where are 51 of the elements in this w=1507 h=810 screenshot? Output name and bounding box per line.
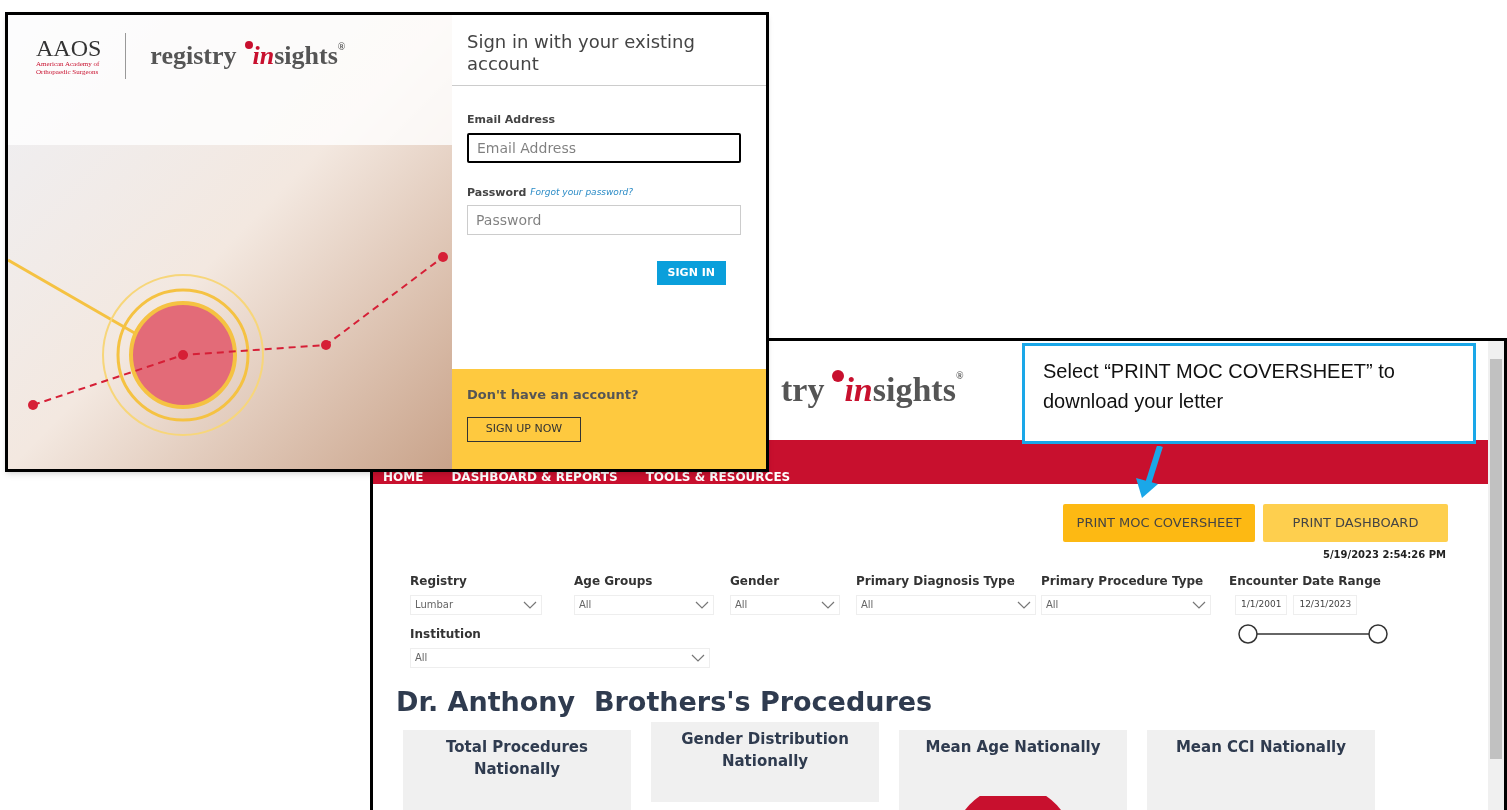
sign-in-button[interactable]: SIGN IN <box>656 261 726 285</box>
timestamp: 5/19/2023 2:54:26 PM <box>1322 547 1446 562</box>
nav-link[interactable]: HOME <box>383 469 424 484</box>
signup-prompt: Don't have an account? <box>467 386 640 404</box>
filter-label: Institution <box>410 625 481 643</box>
field-label: Email Address <box>467 112 556 128</box>
scrollbar-thumb[interactable] <box>1490 359 1502 759</box>
card-title: Mean Age Nationally <box>924 737 1102 758</box>
trend-point <box>28 400 38 410</box>
chevron-down-icon <box>695 600 709 609</box>
registry-insights-logo: try insights® <box>781 369 964 411</box>
date-field[interactable]: 1/1/2001 <box>1235 594 1288 615</box>
filter-dropdown[interactable]: All <box>730 594 840 615</box>
trend-point <box>178 350 188 360</box>
aaos-logo: AAOS <box>36 36 102 60</box>
filter-dropdown[interactable]: All <box>574 594 714 615</box>
sign-in-title: Sign in with your existing account <box>467 31 696 75</box>
field-label: Password <box>467 184 527 201</box>
card-title: Mean CCI Nationally <box>1174 737 1348 758</box>
password-field[interactable]: Password <box>467 205 741 235</box>
callout-text: Select “PRINT MOC COVERSHEET” to download your letter <box>1043 360 1395 412</box>
filter-label: Primary Diagnosis Type <box>856 572 1016 590</box>
filter-label: Age Groups <box>574 572 654 590</box>
print-button[interactable]: PRINT DASHBOARD <box>1263 503 1448 542</box>
filter-dropdown[interactable]: Lumbar <box>410 594 542 615</box>
email-field[interactable]: Email Address <box>467 132 741 163</box>
chevron-down-icon <box>523 600 537 609</box>
card-title: Total Procedures Nationally <box>445 737 589 780</box>
nav-link[interactable]: DASHBOARD & REPORTS <box>451 469 618 484</box>
filter-label: Gender <box>730 572 781 590</box>
chevron-down-icon <box>821 600 835 609</box>
registry-insights-logo: registry insights® <box>150 40 346 72</box>
trend-point <box>321 340 331 350</box>
nav-link[interactable]: TOOLS & RESOURCES <box>645 469 791 484</box>
trend-point <box>438 252 448 262</box>
filter-dropdown[interactable]: All <box>856 594 1036 615</box>
filter-label: Encounter Date Range <box>1229 572 1382 590</box>
chevron-down-icon <box>1017 600 1031 609</box>
range-slider[interactable] <box>1237 622 1389 645</box>
print-button[interactable]: PRINT MOC COVERSHEET <box>1063 503 1255 542</box>
chevron-down-icon <box>691 653 705 662</box>
filter-label: Registry <box>410 572 468 590</box>
procedures-heading: Dr. Anthony Brothers's Procedures <box>395 684 934 719</box>
chevron-down-icon <box>1192 600 1206 609</box>
card-title: Gender Distribution Nationally <box>680 729 850 772</box>
filter-label: Primary Procedure Type <box>1041 572 1205 590</box>
sign-up-button[interactable]: SIGN UP NOW <box>467 416 581 442</box>
filter-dropdown[interactable]: All <box>1041 594 1211 615</box>
filter-dropdown[interactable]: All <box>410 647 710 668</box>
forgot-password-link[interactable]: Forgot your password? <box>530 186 634 200</box>
date-field[interactable]: 12/31/2023 <box>1293 594 1358 615</box>
